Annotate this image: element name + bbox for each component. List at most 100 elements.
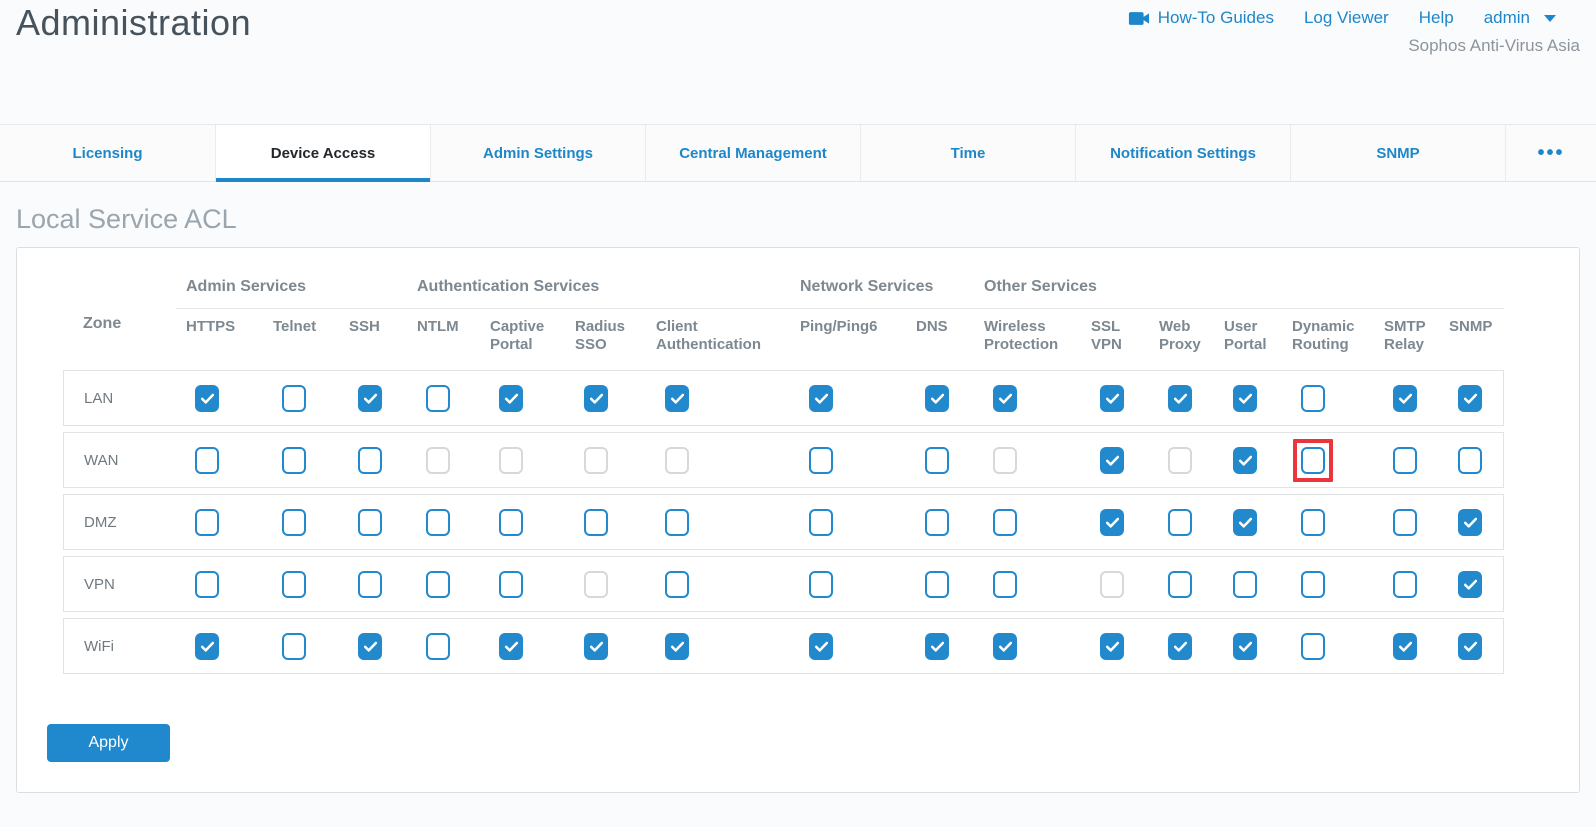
checkbox-dmz-ssh[interactable] <box>358 509 382 536</box>
checkbox-lan-telnet[interactable] <box>282 385 306 412</box>
checkbox-wan-ssh[interactable] <box>358 447 382 474</box>
checkbox-lan-radius-sso[interactable] <box>584 385 608 412</box>
checkbox-vpn-client-authentication[interactable] <box>665 571 689 598</box>
admin-user-menu[interactable]: admin <box>1484 8 1556 28</box>
checkbox-lan-dns[interactable] <box>925 385 949 412</box>
cell-wan-captive-portal <box>481 439 566 482</box>
checkbox-dmz-dns[interactable] <box>925 509 949 536</box>
checkbox-wrap <box>274 439 314 482</box>
checkbox-wifi-snmp[interactable] <box>1458 633 1482 660</box>
checkbox-dmz-ssl-vpn[interactable] <box>1100 509 1124 536</box>
checkbox-wifi-user-portal[interactable] <box>1233 633 1257 660</box>
checkbox-wifi-ntlm[interactable] <box>426 633 450 660</box>
checkbox-wan-dynamic-routing[interactable] <box>1301 447 1325 474</box>
checkbox-vpn-wireless-protection[interactable] <box>993 571 1017 598</box>
checkbox-dmz-wireless-protection[interactable] <box>993 509 1017 536</box>
checkbox-wifi-client-authentication[interactable] <box>665 633 689 660</box>
checkbox-vpn-ssh[interactable] <box>358 571 382 598</box>
checkbox-dmz-web-proxy[interactable] <box>1168 509 1192 536</box>
checkbox-wan-ssl-vpn[interactable] <box>1100 447 1124 474</box>
checkbox-dmz-snmp[interactable] <box>1458 509 1482 536</box>
checkbox-vpn-dns[interactable] <box>925 571 949 598</box>
checkbox-wifi-web-proxy[interactable] <box>1168 633 1192 660</box>
checkbox-dmz-client-authentication[interactable] <box>665 509 689 536</box>
checkbox-wan-https[interactable] <box>195 447 219 474</box>
tab-snmp[interactable]: SNMP <box>1290 125 1505 181</box>
howto-guides-link[interactable]: How-To Guides <box>1128 8 1274 28</box>
checkbox-vpn-telnet[interactable] <box>282 571 306 598</box>
checkbox-vpn-web-proxy[interactable] <box>1168 571 1192 598</box>
checkbox-lan-smtp-relay[interactable] <box>1393 385 1417 412</box>
checkbox-lan-ping-ping6[interactable] <box>809 385 833 412</box>
checkbox-wrap <box>1385 501 1425 544</box>
cell-dmz-captive-portal <box>481 501 566 544</box>
checkbox-wrap <box>801 501 841 544</box>
checkbox-wrap <box>418 563 458 606</box>
checkbox-lan-ssl-vpn[interactable] <box>1100 385 1124 412</box>
checkbox-dmz-ntlm[interactable] <box>426 509 450 536</box>
checkbox-dmz-user-portal[interactable] <box>1233 509 1257 536</box>
checkbox-vpn-https[interactable] <box>195 571 219 598</box>
checkbox-dmz-radius-sso[interactable] <box>584 509 608 536</box>
checkbox-lan-user-portal[interactable] <box>1233 385 1257 412</box>
checkbox-wifi-smtp-relay[interactable] <box>1393 633 1417 660</box>
checkbox-wrap <box>187 377 227 420</box>
checkbox-wan-snmp[interactable] <box>1458 447 1482 474</box>
tab-time[interactable]: Time <box>860 125 1075 181</box>
checkbox-wifi-ssl-vpn[interactable] <box>1100 633 1124 660</box>
checkbox-wifi-https[interactable] <box>195 633 219 660</box>
tab-notification-settings[interactable]: Notification Settings <box>1075 125 1290 181</box>
cell-dmz-radius-sso <box>566 501 647 544</box>
checkbox-wifi-ssh[interactable] <box>358 633 382 660</box>
checkbox-wifi-captive-portal[interactable] <box>499 633 523 660</box>
checkbox-lan-ntlm[interactable] <box>426 385 450 412</box>
checkbox-wan-user-portal[interactable] <box>1233 447 1257 474</box>
apply-button[interactable]: Apply <box>47 724 170 762</box>
checkbox-wifi-dynamic-routing[interactable] <box>1301 633 1325 660</box>
checkbox-dmz-smtp-relay[interactable] <box>1393 509 1417 536</box>
checkbox-wrap <box>1160 625 1200 668</box>
tab-central-management[interactable]: Central Management <box>645 125 860 181</box>
checkbox-dmz-dynamic-routing[interactable] <box>1301 509 1325 536</box>
checkbox-wan-ping-ping6[interactable] <box>809 447 833 474</box>
checkbox-wifi-dns[interactable] <box>925 633 949 660</box>
checkbox-wan-dns[interactable] <box>925 447 949 474</box>
checkbox-wifi-wireless-protection[interactable] <box>993 633 1017 660</box>
checkbox-vpn-user-portal[interactable] <box>1233 571 1257 598</box>
tab-device-access[interactable]: Device Access <box>215 125 430 181</box>
checkbox-wifi-telnet[interactable] <box>282 633 306 660</box>
checkbox-dmz-ping-ping6[interactable] <box>809 509 833 536</box>
tab-admin-settings[interactable]: Admin Settings <box>430 125 645 181</box>
tab-licensing[interactable]: Licensing <box>0 125 215 181</box>
checkbox-wan-telnet[interactable] <box>282 447 306 474</box>
more-tabs-button[interactable]: ••• <box>1505 125 1596 181</box>
log-viewer-link[interactable]: Log Viewer <box>1304 8 1389 28</box>
checkbox-wrap <box>418 377 458 420</box>
checkbox-dmz-captive-portal[interactable] <box>499 509 523 536</box>
checkbox-wan-smtp-relay[interactable] <box>1393 447 1417 474</box>
checkbox-vpn-ntlm[interactable] <box>426 571 450 598</box>
checkbox-vpn-smtp-relay[interactable] <box>1393 571 1417 598</box>
checkbox-lan-snmp[interactable] <box>1458 385 1482 412</box>
checkbox-wifi-radius-sso[interactable] <box>584 633 608 660</box>
checkbox-wrap <box>1293 625 1333 668</box>
checkbox-vpn-captive-portal[interactable] <box>499 571 523 598</box>
highlight-box <box>1293 439 1333 482</box>
checkbox-lan-client-authentication[interactable] <box>665 385 689 412</box>
checkbox-lan-wireless-protection[interactable] <box>993 385 1017 412</box>
checkbox-vpn-ping-ping6[interactable] <box>809 571 833 598</box>
cell-wifi-dns <box>907 625 975 668</box>
checkbox-lan-web-proxy[interactable] <box>1168 385 1192 412</box>
checkbox-lan-dynamic-routing[interactable] <box>1301 385 1325 412</box>
checkbox-lan-ssh[interactable] <box>358 385 382 412</box>
help-link[interactable]: Help <box>1419 8 1454 28</box>
checkbox-lan-https[interactable] <box>195 385 219 412</box>
checkbox-lan-captive-portal[interactable] <box>499 385 523 412</box>
checkbox-dmz-telnet[interactable] <box>282 509 306 536</box>
checkbox-vpn-dynamic-routing[interactable] <box>1301 571 1325 598</box>
cell-wan-https <box>177 439 264 482</box>
checkbox-wifi-ping-ping6[interactable] <box>809 633 833 660</box>
checkbox-vpn-snmp[interactable] <box>1458 571 1482 598</box>
checkbox-wrap <box>1160 563 1200 606</box>
checkbox-dmz-https[interactable] <box>195 509 219 536</box>
